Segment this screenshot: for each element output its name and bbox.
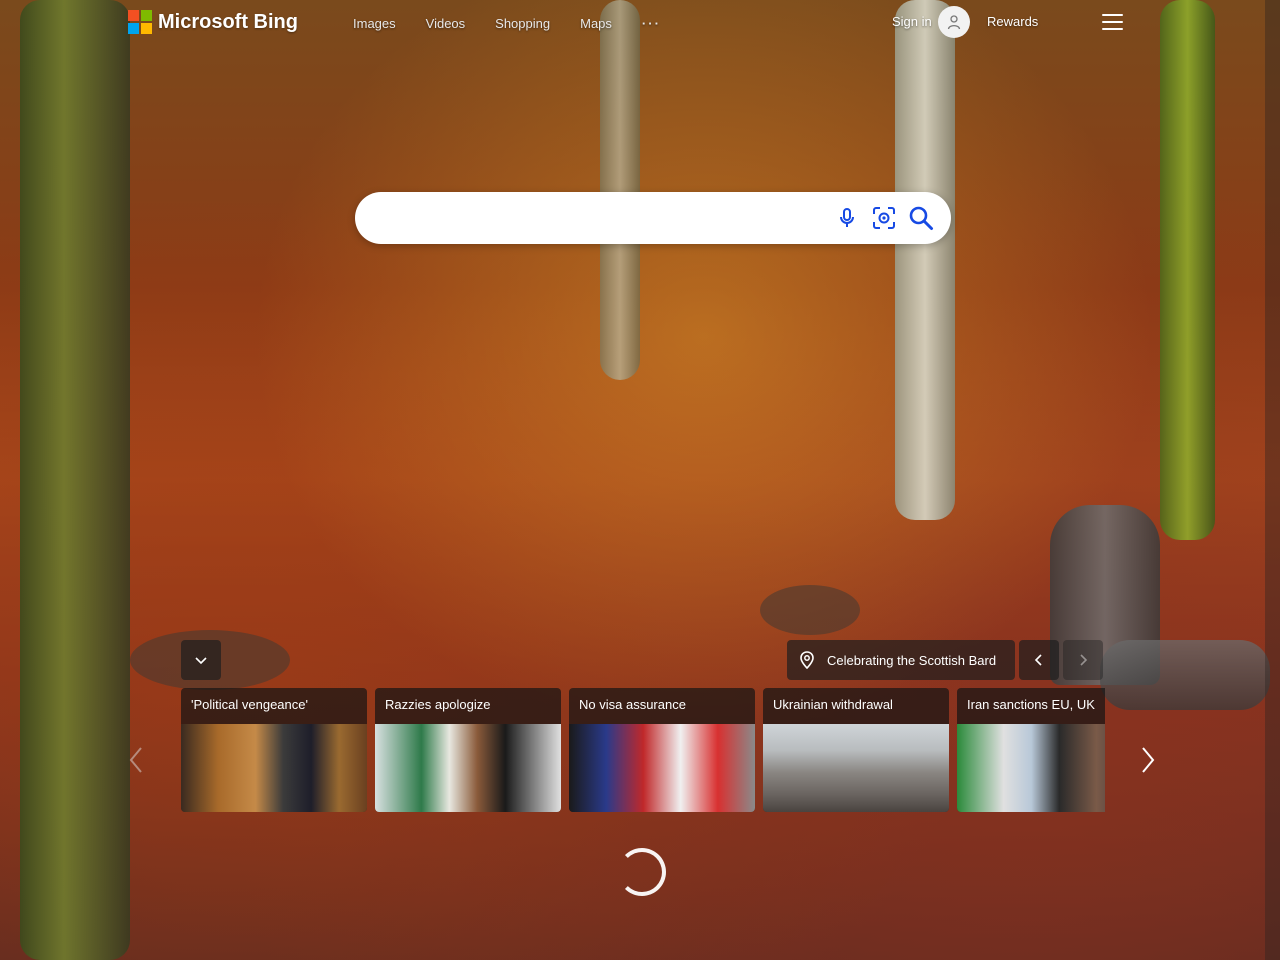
user-icon: [947, 15, 961, 30]
chevron-left-icon: [129, 747, 142, 773]
news-thumbnail: [957, 724, 1105, 812]
search-icon[interactable]: [908, 205, 934, 231]
hamburger-icon[interactable]: [1102, 14, 1123, 30]
mossy-tree-trunk: [20, 0, 130, 960]
sign-in-link[interactable]: Sign in: [892, 14, 932, 29]
news-card-title: Ukrainian withdrawal: [773, 697, 893, 712]
next-image-button[interactable]: [1063, 640, 1103, 680]
chevron-right-icon: [1080, 654, 1088, 666]
search-input[interactable]: [369, 205, 813, 233]
nav-shopping[interactable]: Shopping: [480, 16, 565, 31]
news-thumbnail: [569, 724, 755, 812]
nav-maps[interactable]: Maps: [565, 16, 627, 31]
news-thumbnail: [375, 724, 561, 812]
header: Microsoft Bing Images Videos Shopping Ma…: [0, 0, 1280, 48]
visual-search-icon[interactable]: [871, 205, 897, 231]
nav-images[interactable]: Images: [338, 16, 411, 31]
image-location-label: Celebrating the Scottish Bard: [827, 652, 997, 668]
news-card-title: Razzies apologize: [385, 697, 491, 712]
nav-more[interactable]: ···: [627, 16, 676, 31]
bing-logo[interactable]: Microsoft Bing: [128, 10, 298, 34]
chevron-left-icon: [1034, 654, 1042, 666]
chevron-right-icon: [1142, 747, 1155, 773]
news-thumbnail: [763, 724, 949, 812]
collapse-news-button[interactable]: [181, 640, 221, 680]
birch-tree-trunk: [895, 0, 955, 520]
avatar[interactable]: [938, 6, 970, 38]
search-box: [355, 192, 951, 244]
news-card[interactable]: 'Political vengeance': [181, 688, 367, 812]
location-pin-icon: [787, 651, 827, 669]
news-thumbnail: [181, 724, 367, 812]
microsoft-logo-icon: [128, 10, 152, 34]
rock: [760, 585, 860, 635]
previous-image-button[interactable]: [1019, 640, 1059, 680]
microphone-icon[interactable]: [834, 205, 860, 231]
news-card[interactable]: No visa assurance: [569, 688, 755, 812]
birch-tree-trunk: [600, 0, 640, 380]
logo-text: Microsoft Bing: [158, 10, 298, 33]
stone-bench: [1100, 640, 1270, 710]
news-card-title: 'Political vengeance': [191, 697, 308, 712]
mossy-tree-trunk: [1160, 0, 1215, 540]
nav-videos[interactable]: Videos: [411, 16, 481, 31]
news-card[interactable]: Iran sanctions EU, UK: [957, 688, 1105, 812]
top-nav: Images Videos Shopping Maps ···: [338, 16, 676, 31]
news-card[interactable]: Ukrainian withdrawal: [763, 688, 949, 812]
scrollbar[interactable]: [1265, 0, 1280, 960]
news-card[interactable]: Razzies apologize: [375, 688, 561, 812]
rewards-link[interactable]: Rewards: [987, 14, 1038, 29]
image-location-button[interactable]: Celebrating the Scottish Bard: [787, 640, 1015, 680]
loading-spinner: [618, 848, 666, 896]
news-carousel: 'Political vengeance' Razzies apologize …: [181, 688, 1105, 812]
carousel-prev-button[interactable]: [124, 742, 148, 778]
background-image: Microsoft Bing Images Videos Shopping Ma…: [0, 0, 1280, 960]
news-card-title: Iran sanctions EU, UK: [967, 697, 1095, 712]
news-card-title: No visa assurance: [579, 697, 686, 712]
carousel-next-button[interactable]: [1136, 742, 1160, 778]
chevron-down-icon: [195, 657, 207, 665]
